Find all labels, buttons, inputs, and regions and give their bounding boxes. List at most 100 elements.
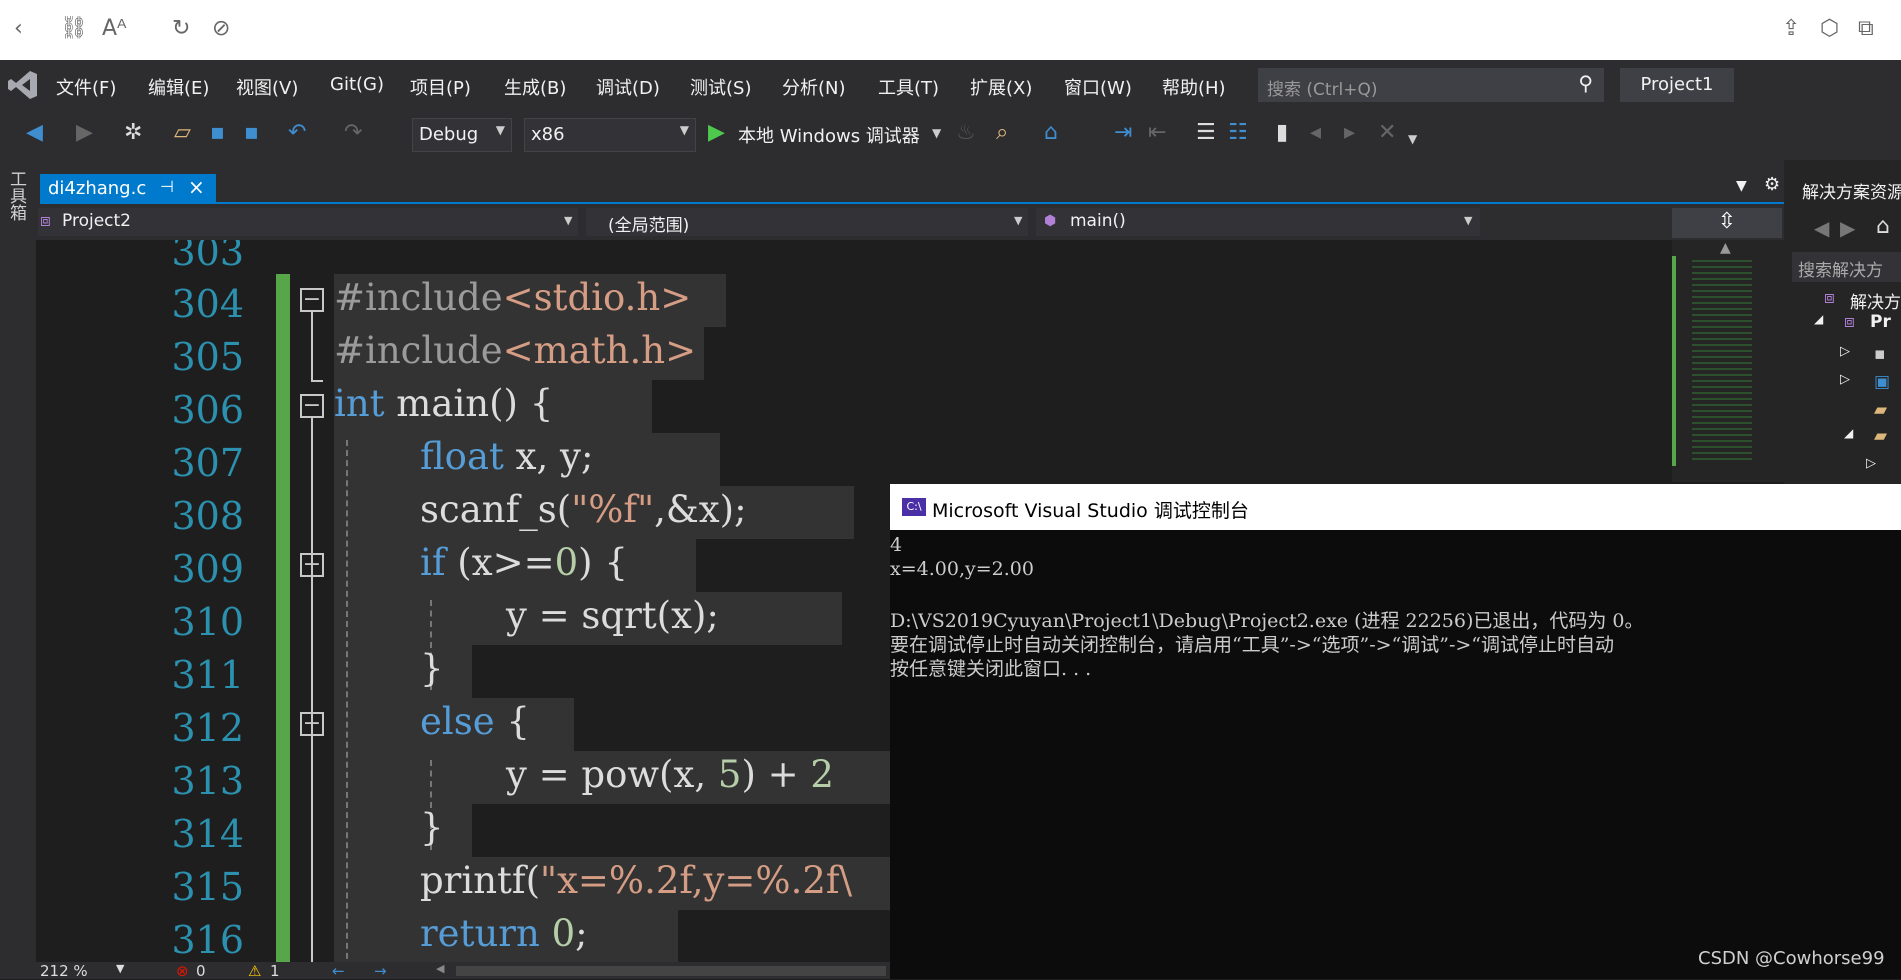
code-text: main() {	[384, 382, 554, 425]
collapse-icon[interactable]: −	[300, 394, 324, 418]
step-icon[interactable]: ⇥	[1114, 120, 1132, 145]
gear-icon[interactable]: ⚙	[1764, 174, 1780, 195]
compass-icon[interactable]: ⊘	[212, 16, 230, 41]
cube-icon[interactable]: ⬡	[1820, 16, 1839, 41]
tab-list-dropdown-icon[interactable]: ▼	[1736, 178, 1747, 194]
back-icon[interactable]: ◀	[1814, 216, 1829, 240]
start-debugging-icon[interactable]: ▶	[708, 120, 725, 145]
pin-icon[interactable]: ⊣	[160, 177, 174, 196]
preprocessor-directive: #include	[334, 329, 503, 372]
refresh-icon[interactable]: ↻	[172, 16, 190, 41]
tree-item-project[interactable]: Pr	[1870, 312, 1891, 332]
back-icon[interactable]: ‹	[14, 16, 23, 41]
number-literal: 5	[717, 753, 742, 796]
menu-debug[interactable]: 调试(D)	[596, 74, 660, 100]
project-dropdown[interactable]: ⧈ Project2 ▼	[38, 208, 578, 236]
navigate-forward-icon[interactable]: ▶	[76, 120, 93, 145]
expanded-arrow-icon[interactable]: ◢	[1844, 426, 1853, 440]
toolbar-overflow-icon[interactable]: ▼	[1408, 132, 1417, 146]
menu-analyze[interactable]: 分析(N)	[782, 74, 846, 100]
toolbox-tab[interactable]: 工具箱	[4, 170, 29, 221]
console-line: 4	[890, 534, 903, 556]
navigate-forward-icon[interactable]: →	[374, 962, 387, 980]
menu-git[interactable]: Git(G)	[330, 74, 384, 95]
document-tab-well	[36, 160, 1784, 204]
link-icon[interactable]: ⛓	[60, 16, 88, 41]
hot-reload-icon[interactable]: ♨	[956, 120, 976, 145]
platform-select[interactable]: x86 ▼	[524, 118, 696, 152]
scope-dropdown[interactable]: (全局范围) ▼	[586, 208, 1028, 236]
collapsed-arrow-icon[interactable]: ▷	[1840, 344, 1850, 359]
undo-icon[interactable]: ↶	[288, 120, 306, 145]
external-dependencies-icon: ▣	[1874, 372, 1891, 392]
number-literal: 0	[554, 541, 579, 584]
collapsed-arrow-icon[interactable]: ▷	[1866, 456, 1876, 471]
chevron-down-icon[interactable]: ▼	[116, 962, 124, 975]
zoom-level[interactable]: 212 %	[40, 962, 88, 980]
close-icon[interactable]: ×	[188, 175, 205, 199]
navigate-back-icon[interactable]: ←	[332, 962, 345, 980]
uncomment-icon[interactable]: ☷	[1228, 120, 1248, 145]
error-count[interactable]: 0	[196, 962, 206, 980]
tree-item-solution[interactable]: 解决方	[1850, 288, 1901, 313]
redo-icon[interactable]: ↷	[344, 120, 362, 145]
home-icon[interactable]: ⌂	[1876, 214, 1890, 239]
warning-count[interactable]: 1	[270, 962, 280, 980]
collapse-icon[interactable]: −	[300, 288, 324, 312]
console-titlebar: C:\ Microsoft Visual Studio 调试控制台	[890, 484, 1901, 530]
scrollbar-minimap[interactable]: ▲	[1672, 240, 1784, 482]
code-text: printf(	[420, 859, 541, 902]
selection-highlight	[334, 645, 472, 698]
chevron-down-icon[interactable]: ▼	[932, 126, 941, 140]
menu-view[interactable]: 视图(V)	[236, 74, 298, 100]
menu-test[interactable]: 测试(S)	[690, 74, 751, 100]
menu-file[interactable]: 文件(F)	[56, 74, 116, 100]
bookmark-icon[interactable]: ▮	[1276, 120, 1288, 145]
window-icon[interactable]: ⧉	[1858, 16, 1874, 41]
home-icon[interactable]: ⌂	[1044, 120, 1058, 145]
start-debugging-button[interactable]: 本地 Windows 调试器	[738, 122, 920, 148]
menu-help[interactable]: 帮助(H)	[1162, 74, 1226, 100]
line-number: 305	[171, 335, 244, 379]
scroll-left-icon[interactable]: ◀	[436, 962, 444, 975]
share-icon[interactable]: ⇪	[1782, 16, 1800, 41]
split-window-button[interactable]: ⇳	[1672, 208, 1782, 238]
project-dropdown-value: Project2	[62, 211, 131, 231]
collapsed-arrow-icon[interactable]: ▷	[1840, 372, 1850, 387]
menu-window[interactable]: 窗口(W)	[1064, 74, 1132, 100]
preprocessor-directive: #include	[334, 276, 503, 319]
comment-icon[interactable]: ☰	[1196, 120, 1216, 145]
forward-icon[interactable]: ▶	[1840, 216, 1855, 240]
text-size-icon[interactable]: Aᴬ	[102, 16, 127, 41]
line-number: 307	[171, 441, 244, 485]
step-out-icon[interactable]: ⇤	[1148, 120, 1166, 145]
menu-tools[interactable]: 工具(T)	[878, 74, 939, 100]
new-project-icon[interactable]: ✲	[124, 120, 142, 145]
include-file: <math.h>	[502, 329, 697, 372]
horizontal-scrollbar[interactable]	[456, 966, 886, 976]
chevron-down-icon: ▼	[1014, 214, 1023, 227]
keyword: float	[420, 435, 504, 478]
expanded-arrow-icon[interactable]: ◢	[1814, 312, 1823, 326]
save-icon[interactable]: ▪	[210, 120, 225, 145]
open-file-icon[interactable]: ▱	[174, 120, 191, 145]
menu-project[interactable]: 项目(P)	[410, 74, 471, 100]
line-number: 311	[171, 653, 244, 697]
menu-build[interactable]: 生成(B)	[504, 74, 566, 100]
save-all-icon[interactable]: ▪	[244, 120, 259, 145]
quick-search-input[interactable]: 搜索 (Ctrl+Q) ⚲	[1258, 68, 1604, 102]
member-dropdown[interactable]: ⬢ main() ▼	[1036, 208, 1480, 236]
code-line: scanf_s("%f",&x);	[420, 488, 747, 531]
tab-di4zhang-c[interactable]: di4zhang.c ⊣ ×	[40, 174, 216, 204]
next-bookmark-icon[interactable]: ▸	[1344, 120, 1355, 145]
menu-extensions[interactable]: 扩展(X)	[970, 74, 1032, 100]
navigate-back-icon[interactable]: ◀	[26, 120, 43, 145]
previous-bookmark-icon[interactable]: ◂	[1310, 120, 1321, 145]
configuration-select[interactable]: Debug ▼	[412, 118, 512, 152]
clear-bookmarks-icon[interactable]: ✕	[1378, 120, 1396, 145]
scroll-up-icon[interactable]: ▲	[1720, 240, 1731, 256]
menu-edit[interactable]: 编辑(E)	[148, 74, 209, 100]
find-in-files-icon[interactable]: ⌕	[996, 120, 1008, 145]
solution-search-input[interactable]: 搜索解决方	[1792, 252, 1901, 282]
debug-console-window[interactable]: C:\ Microsoft Visual Studio 调试控制台 4 x=4.…	[890, 484, 1901, 979]
